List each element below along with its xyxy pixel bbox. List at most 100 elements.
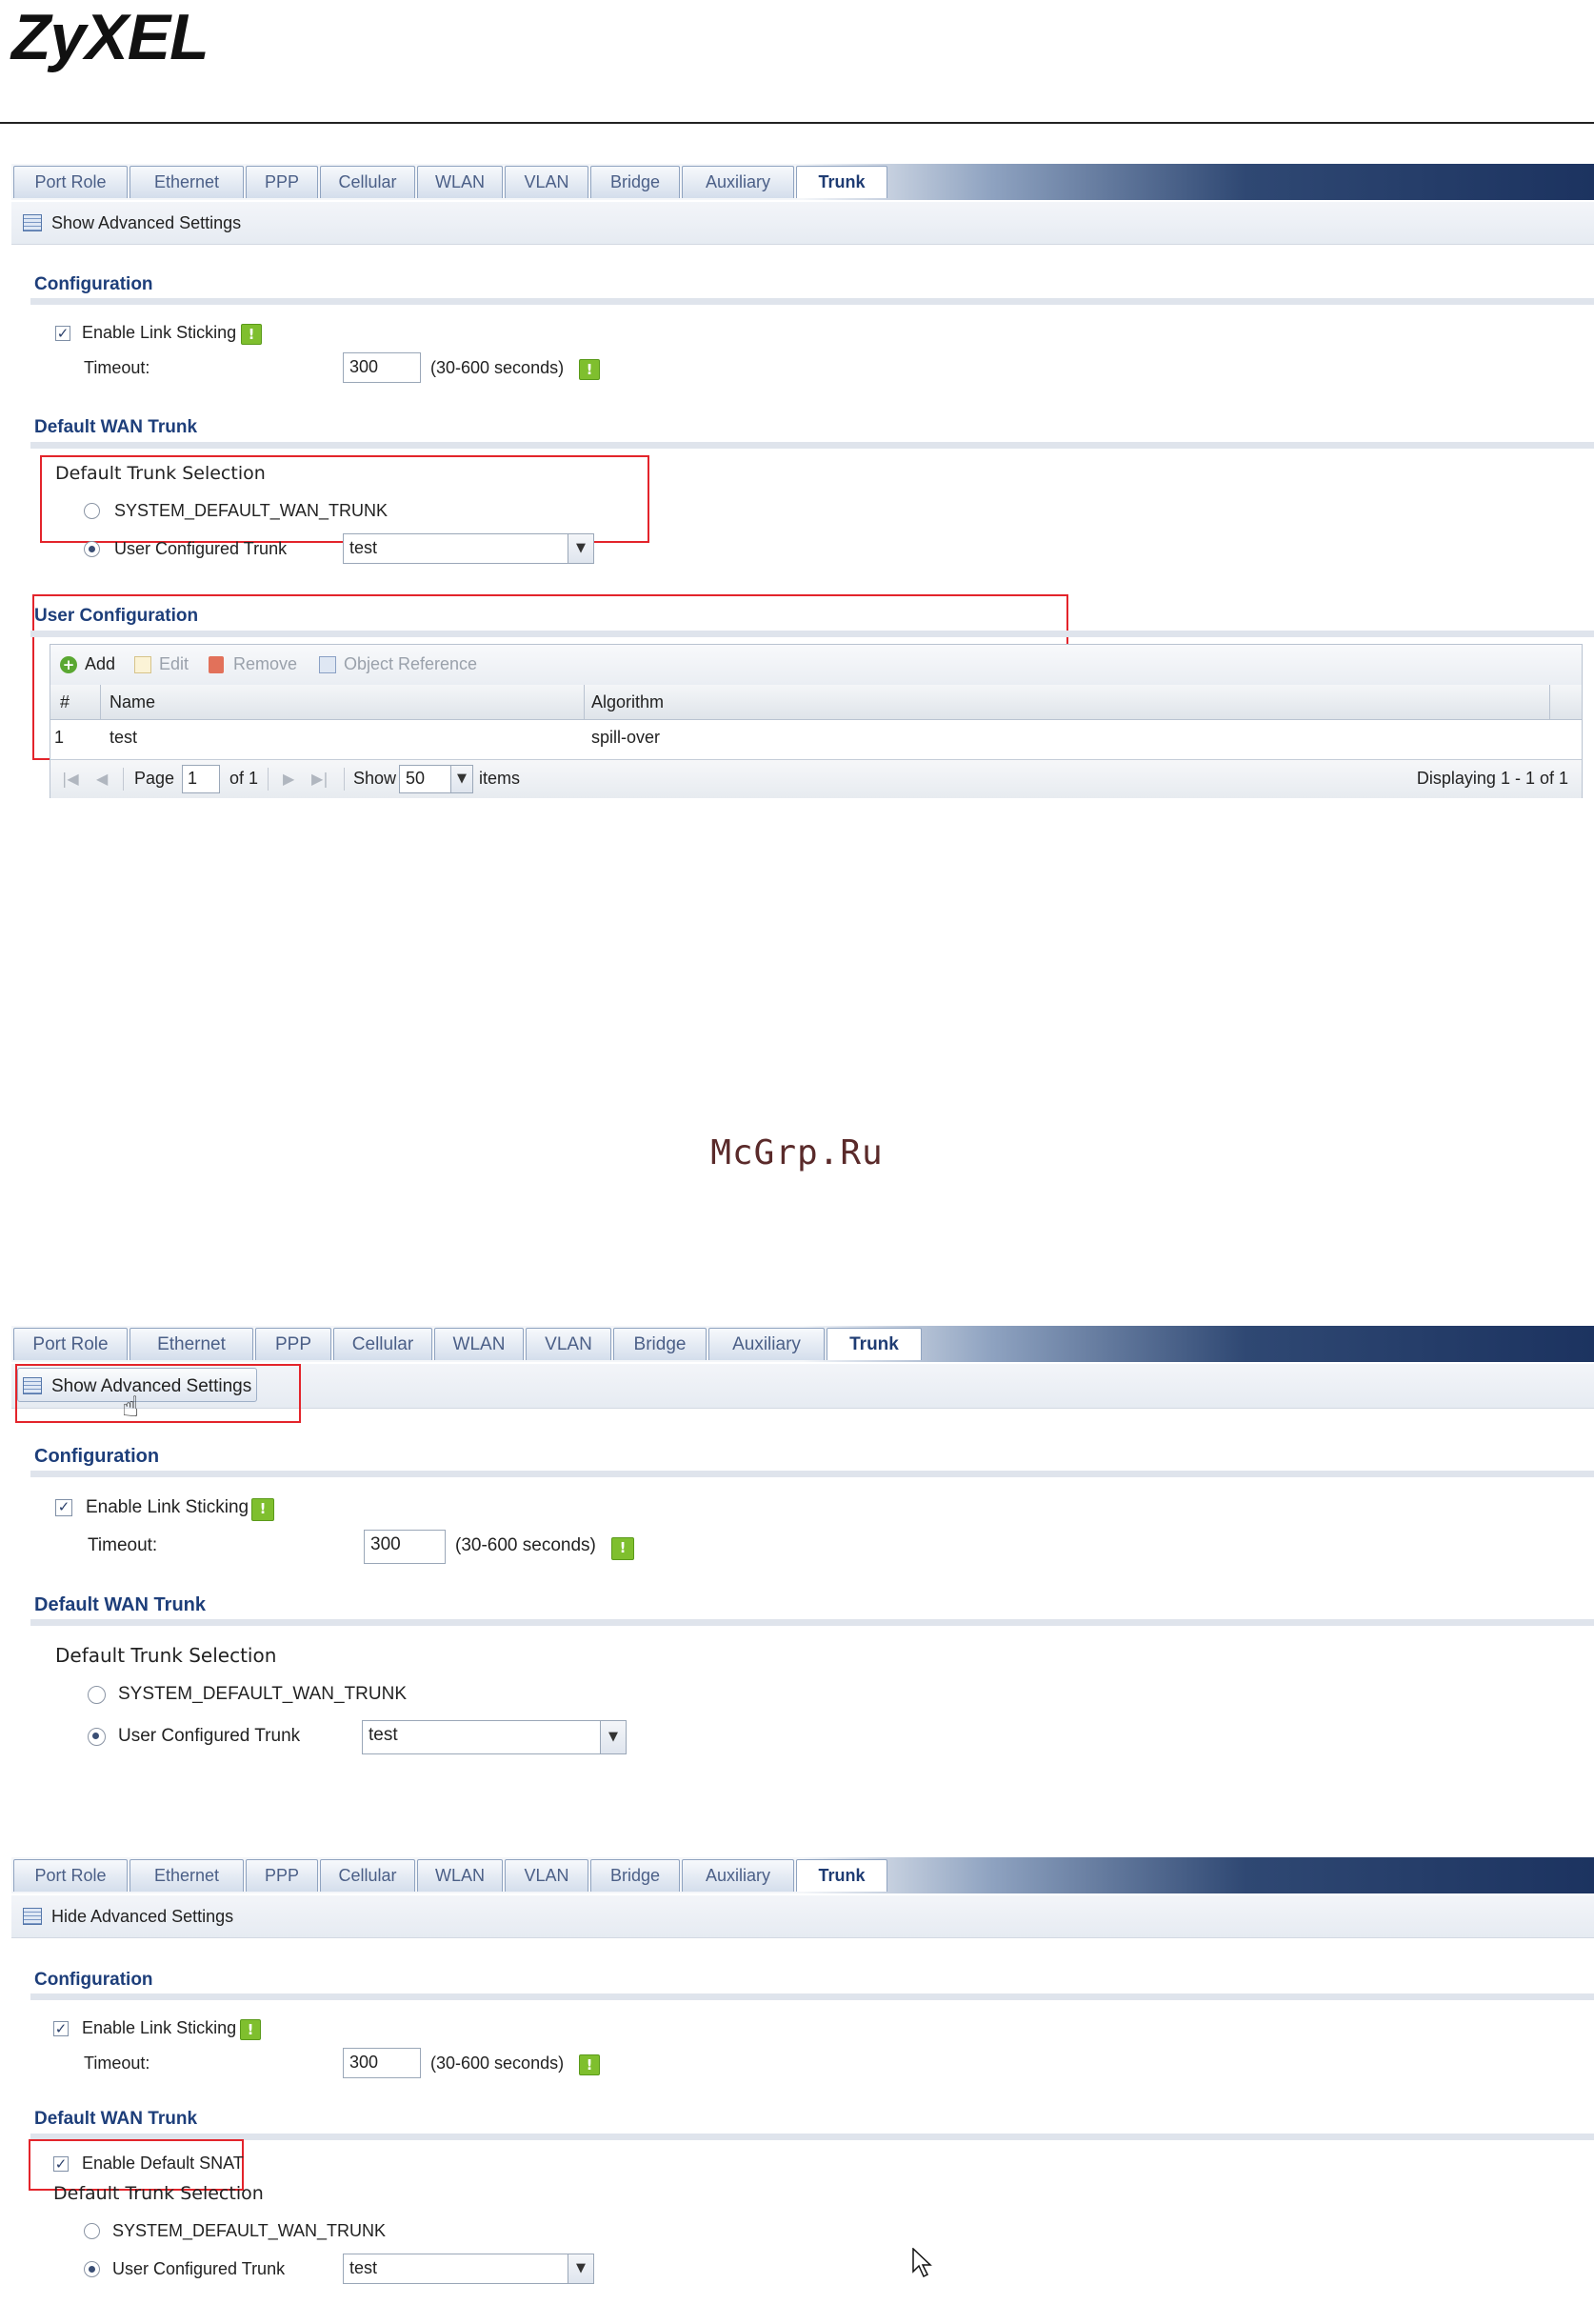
screenshot-panel-2: Port Role Ethernet PPP Cellular WLAN VLA… — [11, 1326, 1594, 1773]
add-icon[interactable]: + — [60, 656, 77, 673]
tab-bridge[interactable]: Bridge — [590, 1859, 680, 1892]
screenshot-panel-3: Port Role Ethernet PPP Cellular WLAN VLA… — [11, 1857, 1594, 2314]
tab-cellular[interactable]: Cellular — [320, 166, 415, 198]
help-icon[interactable]: ! — [240, 2019, 261, 2040]
link-sticking-checkbox[interactable]: ✓ — [55, 1499, 72, 1516]
link-sticking-checkbox[interactable]: ✓ — [53, 2021, 69, 2036]
page-size-value: 50 — [406, 769, 426, 788]
first-page-icon[interactable]: |◀ — [62, 770, 79, 788]
default-wan-trunk-title: Default WAN Trunk — [34, 2109, 198, 2129]
help-icon[interactable]: ! — [251, 1498, 274, 1521]
tab-wlan[interactable]: WLAN — [434, 1328, 524, 1360]
edit-icon[interactable] — [134, 656, 151, 673]
zyxel-logo: ZyXEL — [11, 1, 209, 73]
tab-vlan[interactable]: VLAN — [505, 166, 588, 198]
section-divider — [30, 298, 1594, 305]
tab-auxiliary[interactable]: Auxiliary — [682, 1859, 794, 1892]
next-page-icon[interactable]: ▶ — [283, 770, 294, 788]
object-reference-button[interactable]: Object Reference — [344, 654, 477, 674]
timeout-label: Timeout: — [84, 358, 150, 377]
tab-ethernet[interactable]: Ethernet — [130, 166, 244, 198]
user-configured-trunk-radio[interactable] — [88, 1728, 106, 1746]
tab-vlan[interactable]: VLAN — [526, 1328, 611, 1360]
previous-page-icon[interactable]: ◀ — [96, 770, 108, 788]
tab-bar: Port Role Ethernet PPP Cellular WLAN VLA… — [11, 1326, 1594, 1362]
tab-ppp[interactable]: PPP — [246, 1859, 318, 1892]
section-divider — [30, 442, 1594, 449]
tab-trunk[interactable]: Trunk — [796, 166, 887, 198]
chevron-down-icon[interactable]: ▼ — [600, 1721, 626, 1753]
page-label: Page — [134, 769, 175, 788]
tab-ethernet[interactable]: Ethernet — [130, 1859, 244, 1892]
tab-trunk[interactable]: Trunk — [796, 1859, 887, 1892]
separator — [268, 768, 269, 791]
help-icon[interactable]: ! — [611, 1537, 634, 1560]
trunk-select[interactable]: test ▼ — [343, 533, 594, 564]
tab-cellular[interactable]: Cellular — [333, 1328, 432, 1360]
tab-port-role[interactable]: Port Role — [13, 166, 128, 198]
tab-cellular[interactable]: Cellular — [320, 1859, 415, 1892]
table-row[interactable]: 1 test spill-over — [50, 721, 1582, 755]
trash-icon[interactable] — [209, 656, 224, 673]
add-button[interactable]: Add — [85, 654, 115, 674]
trunk-select[interactable]: test ▼ — [362, 1720, 627, 1754]
column-header-algorithm[interactable]: Algorithm — [591, 692, 664, 712]
link-sticking-checkbox[interactable]: ✓ — [55, 326, 70, 341]
tab-ethernet[interactable]: Ethernet — [130, 1328, 253, 1360]
tab-ppp[interactable]: PPP — [246, 166, 318, 198]
default-snat-checkbox[interactable]: ✓ — [53, 2156, 69, 2172]
link-sticking-label: Enable Link Sticking — [86, 1497, 249, 1517]
column-separator — [584, 685, 585, 719]
tab-port-role[interactable]: Port Role — [13, 1859, 128, 1892]
page-input[interactable]: 1 — [182, 765, 220, 793]
tab-ppp[interactable]: PPP — [255, 1328, 331, 1360]
timeout-input[interactable]: 300 — [364, 1530, 446, 1564]
advanced-settings-bar: Hide Advanced Settings — [11, 1895, 1594, 1938]
user-configured-trunk-radio[interactable] — [84, 541, 100, 557]
grid-pager: |◀ ◀ Page 1 of 1 ▶ ▶| Show 50 ▼ items Di… — [50, 759, 1582, 798]
help-icon[interactable]: ! — [241, 324, 262, 345]
system-default-wan-trunk-radio[interactable] — [84, 2223, 100, 2239]
displaying-count: Displaying 1 - 1 of 1 — [1416, 769, 1568, 788]
help-icon[interactable]: ! — [579, 2054, 600, 2075]
tab-wlan[interactable]: WLAN — [417, 1859, 503, 1892]
system-default-wan-trunk-radio[interactable] — [88, 1686, 106, 1704]
tab-bridge[interactable]: Bridge — [613, 1328, 707, 1360]
items-label: items — [479, 769, 521, 788]
arrow-cursor-icon — [912, 2247, 933, 2282]
edit-button[interactable]: Edit — [159, 654, 189, 674]
timeout-hint: (30-600 seconds) — [455, 1535, 596, 1555]
configuration-title: Configuration — [34, 274, 153, 294]
remove-button[interactable]: Remove — [233, 654, 297, 674]
row-name: test — [110, 728, 138, 747]
system-default-wan-trunk-radio[interactable] — [84, 503, 100, 519]
page-size-select[interactable]: 50 ▼ — [399, 765, 473, 793]
tab-wlan[interactable]: WLAN — [417, 166, 503, 198]
timeout-input[interactable]: 300 — [343, 2048, 421, 2078]
chevron-down-icon[interactable]: ▼ — [568, 534, 593, 563]
timeout-input[interactable]: 300 — [343, 352, 421, 383]
trunk-select[interactable]: test ▼ — [343, 2254, 594, 2284]
help-icon[interactable]: ! — [579, 359, 600, 380]
show-advanced-settings-button[interactable]: Show Advanced Settings — [51, 213, 241, 233]
chevron-down-icon[interactable]: ▼ — [450, 766, 472, 792]
tab-vlan[interactable]: VLAN — [505, 1859, 588, 1892]
tab-bridge[interactable]: Bridge — [590, 166, 680, 198]
tab-port-role[interactable]: Port Role — [13, 1328, 128, 1360]
column-header-name[interactable]: Name — [110, 692, 155, 712]
tab-auxiliary[interactable]: Auxiliary — [682, 166, 794, 198]
last-page-icon[interactable]: ▶| — [311, 770, 329, 788]
grid-toolbar: + Add Edit Remove Object Reference — [50, 645, 1582, 686]
tab-auxiliary[interactable]: Auxiliary — [708, 1328, 825, 1360]
system-default-wan-trunk-label: SYSTEM_DEFAULT_WAN_TRUNK — [112, 2221, 387, 2240]
object-reference-icon[interactable] — [319, 656, 336, 673]
trunk-select-value: test — [369, 1725, 398, 1745]
system-default-wan-trunk-label: SYSTEM_DEFAULT_WAN_TRUNK — [114, 501, 389, 520]
default-wan-trunk-title: Default WAN Trunk — [34, 417, 198, 437]
tab-trunk[interactable]: Trunk — [827, 1328, 922, 1360]
chevron-down-icon[interactable]: ▼ — [568, 2254, 593, 2283]
column-header-number[interactable]: # — [60, 692, 70, 712]
tab-bar: Port Role Ethernet PPP Cellular WLAN VLA… — [11, 1857, 1594, 1893]
hide-advanced-settings-button[interactable]: Hide Advanced Settings — [51, 1907, 233, 1927]
user-configured-trunk-radio[interactable] — [84, 2261, 100, 2277]
